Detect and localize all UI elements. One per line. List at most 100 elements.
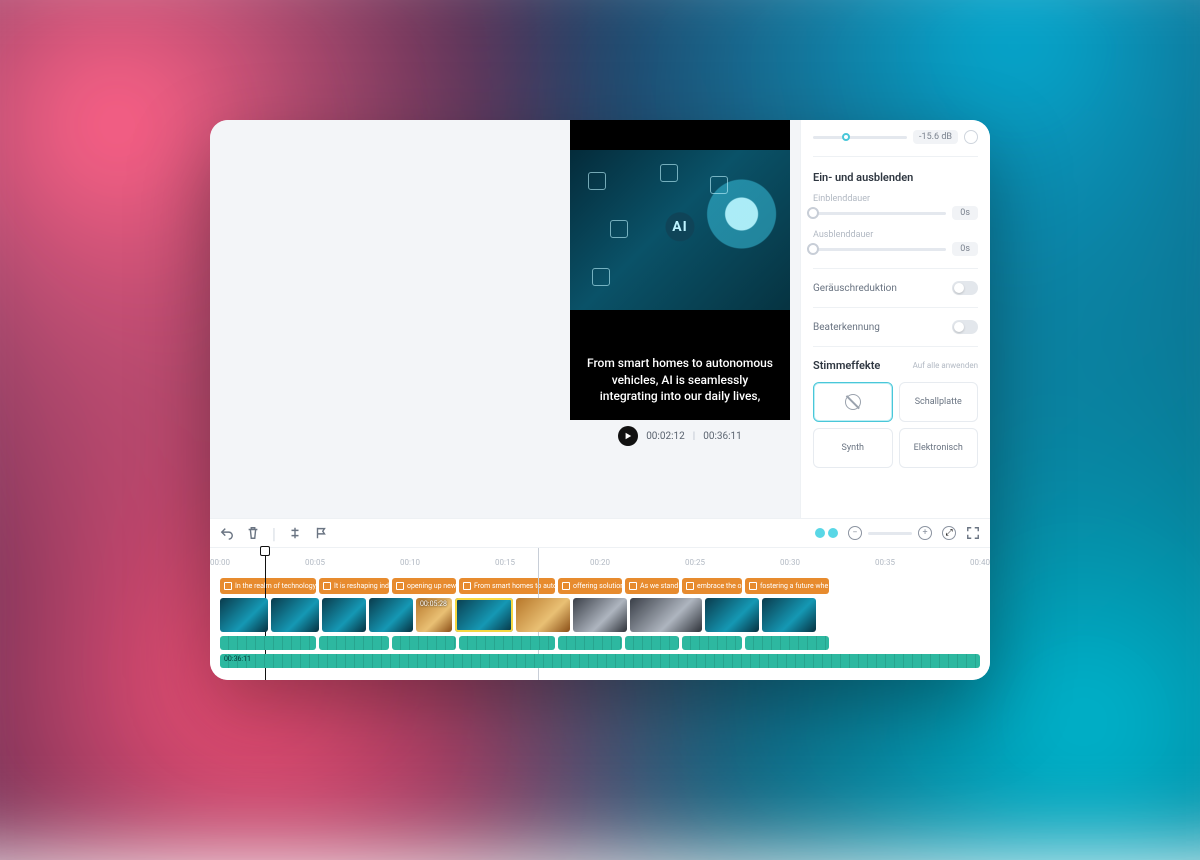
audio-clip[interactable] [558, 636, 622, 650]
video-clip[interactable] [322, 598, 366, 632]
subtitle-clip[interactable]: As we stand o [625, 578, 679, 594]
subtitle-icon [463, 582, 471, 590]
overlay-chip-icon [710, 176, 728, 194]
zoom-in-icon[interactable]: + [918, 526, 932, 540]
timeline-toolbar: | − + ⤢ [210, 518, 990, 548]
subtitle-icon [686, 582, 694, 590]
play-button[interactable] [618, 426, 638, 446]
clip-timecode: 00:05:28 [420, 600, 447, 608]
fade-out-slider[interactable] [813, 248, 946, 251]
ruler-tick: 00:15 [495, 558, 515, 567]
video-clip[interactable] [573, 598, 627, 632]
beat-detect-toggle[interactable] [952, 320, 978, 334]
fullscreen-icon[interactable] [966, 526, 980, 540]
audio-track-2[interactable]: 00:36:11 [220, 654, 980, 668]
voice-fx-synth[interactable]: Synth [813, 428, 893, 468]
video-preview[interactable]: From smart homes to autonomous vehicles,… [570, 120, 790, 420]
left-empty-panel [210, 120, 560, 518]
subtitle-icon [629, 582, 637, 590]
ruler-tick: 00:35 [875, 558, 895, 567]
upper-region: From smart homes to autonomous vehicles,… [210, 120, 990, 518]
subtitle-clip[interactable]: offering solutions [558, 578, 622, 594]
timecode-separator: | [693, 431, 695, 442]
subtitle-clip-text: From smart homes to auton [474, 582, 555, 590]
fade-in-value: 0s [952, 206, 978, 220]
subtitle-clip[interactable]: embrace the opp [682, 578, 742, 594]
audio-track-1[interactable] [220, 636, 980, 650]
subtitle-clip[interactable]: It is reshaping indus [319, 578, 389, 594]
voice-fx-label: Stimmeffekte [813, 359, 880, 372]
fade-in-label: Einblenddauer [813, 194, 978, 204]
audio-clip[interactable] [392, 636, 456, 650]
subtitle-clip-text: opening up new p [407, 582, 456, 590]
subtitle-icon [323, 582, 331, 590]
flag-icon[interactable] [314, 526, 328, 540]
zoom-control[interactable]: − + [848, 526, 932, 540]
subtitle-clip[interactable]: From smart homes to auton [459, 578, 555, 594]
fade-out-value: 0s [952, 242, 978, 256]
zoom-slider[interactable] [868, 532, 912, 535]
ruler-tick: 00:40 [970, 558, 990, 567]
video-clip[interactable] [630, 598, 702, 632]
snap-toggle-icon[interactable] [815, 528, 838, 538]
video-track[interactable]: 00:05:28 [220, 598, 980, 632]
timeline[interactable]: 00:0000:0500:1000:1500:2000:2500:3000:35… [210, 548, 990, 680]
subtitle-track[interactable]: In the realm of technology, tIt is resha… [220, 578, 980, 594]
subtitle-clip[interactable]: In the realm of technology, t [220, 578, 316, 594]
preview-column: From smart homes to autonomous vehicles,… [560, 120, 800, 518]
volume-db-value: -15.6 dB [913, 130, 958, 144]
beat-detect-label: Beaterkennung [813, 322, 880, 333]
current-timecode: 00:02:12 [646, 431, 685, 442]
audio-clip[interactable] [745, 636, 829, 650]
subtitle-clip[interactable]: fostering a future whe [745, 578, 829, 594]
audio-clip[interactable] [319, 636, 389, 650]
video-clip[interactable] [220, 598, 268, 632]
undo-icon[interactable] [220, 526, 234, 540]
reset-volume-icon[interactable] [964, 130, 978, 144]
subtitle-clip-text: fostering a future whe [760, 582, 828, 590]
audio-clip[interactable] [459, 636, 555, 650]
volume-slider[interactable] [813, 136, 907, 139]
ruler-tick: 00:10 [400, 558, 420, 567]
fit-icon[interactable]: ⤢ [942, 526, 956, 540]
beat-detect-row: Beaterkennung [813, 320, 978, 334]
voice-fx-schallplatte[interactable]: Schallplatte [899, 382, 979, 422]
subtitle-clip-text: In the realm of technology, t [235, 582, 316, 590]
audio-clip[interactable] [220, 636, 316, 650]
video-clip[interactable] [705, 598, 759, 632]
preview-subtitle: From smart homes to autonomous vehicles,… [570, 347, 790, 420]
fade-section-title: Ein- und ausblenden [813, 171, 978, 184]
divider [813, 268, 978, 269]
overlay-chip-icon [660, 164, 678, 182]
trash-icon[interactable] [246, 526, 260, 540]
none-icon [845, 394, 861, 410]
video-clip[interactable] [516, 598, 570, 632]
zoom-out-icon[interactable]: − [848, 526, 862, 540]
video-clip[interactable] [762, 598, 816, 632]
voice-fx-grid: Schallplatte Synth Elektronisch [813, 382, 978, 468]
fade-in-slider[interactable] [813, 212, 946, 215]
total-timecode: 00:36:11 [703, 431, 742, 442]
video-clip[interactable] [455, 598, 513, 632]
noise-reduction-toggle[interactable] [952, 281, 978, 295]
overlay-chip-icon [610, 220, 628, 238]
apply-all-link[interactable]: Auf alle anwenden [913, 361, 978, 370]
noise-reduction-label: Geräuschreduktion [813, 283, 897, 294]
video-clip[interactable]: 00:05:28 [416, 598, 452, 632]
audio-clip[interactable] [682, 636, 742, 650]
video-clip[interactable] [271, 598, 319, 632]
ruler-tick: 00:20 [590, 558, 610, 567]
subtitle-icon [396, 582, 404, 590]
timeline-right-tools: − + ⤢ [815, 526, 980, 540]
video-clip[interactable] [369, 598, 413, 632]
voice-fx-none[interactable] [813, 382, 893, 422]
volume-row: -15.6 dB [813, 130, 978, 144]
subtitle-clip[interactable]: opening up new p [392, 578, 456, 594]
audio-clip[interactable] [625, 636, 679, 650]
time-ruler[interactable]: 00:0000:0500:1000:1500:2000:2500:3000:35… [220, 554, 980, 574]
subtitle-clip-text: offering solutions [573, 582, 622, 590]
voice-fx-elektronisch[interactable]: Elektronisch [899, 428, 979, 468]
editor-window: From smart homes to autonomous vehicles,… [210, 120, 990, 680]
split-icon[interactable] [288, 526, 302, 540]
fade-in-group: Einblenddauer 0s [813, 194, 978, 220]
